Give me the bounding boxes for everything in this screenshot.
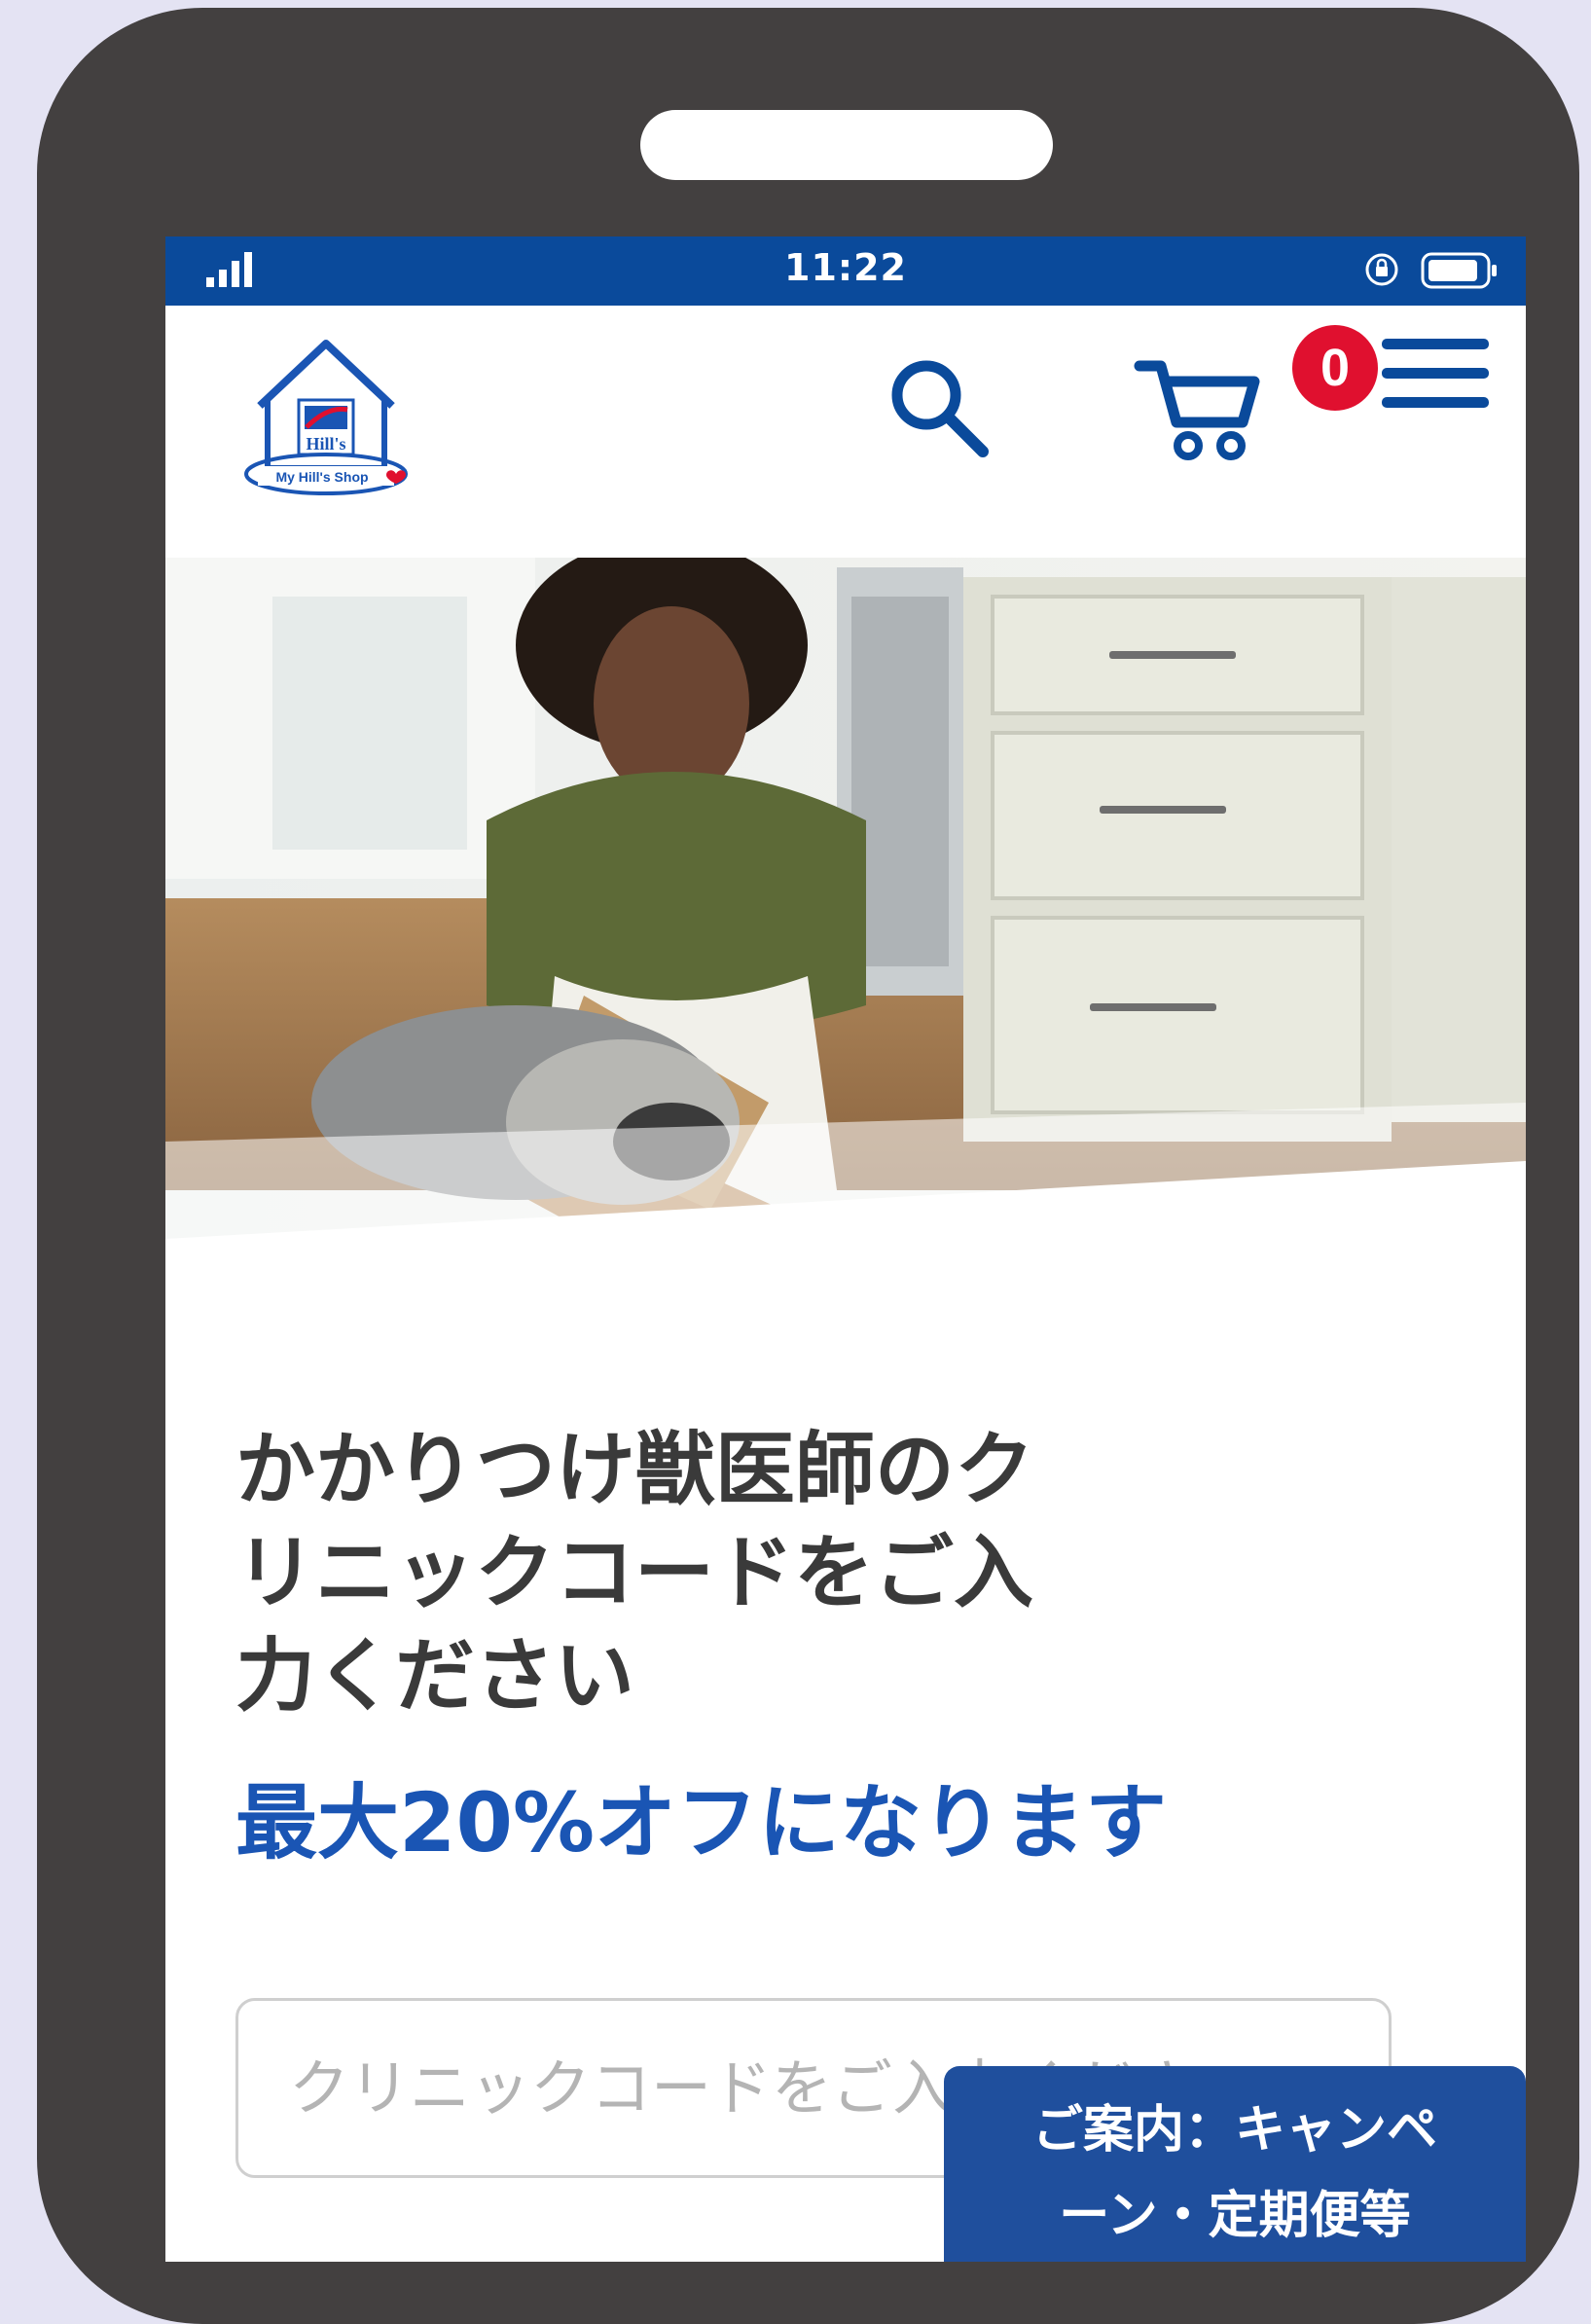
phone-frame: 11:22 Hill's My Hill's Shop 0 かかりつけ獣医師のク… (37, 8, 1579, 2324)
hills-shop-logo[interactable]: Hill's My Hill's Shop (238, 330, 414, 505)
page-heading: かかりつけ獣医師のク リニックコードをご入 力ください (235, 1419, 1209, 1728)
phone-notch (640, 110, 1053, 180)
page-heading-line: かかりつけ獣医師のク (235, 1424, 1034, 1516)
battery-icon (1421, 252, 1497, 289)
page-heading-line: リニックコードをご入 (235, 1527, 1034, 1619)
info-popup-line: ーン・定期便等 (1059, 2187, 1411, 2245)
app-header: Hill's My Hill's Shop 0 (165, 306, 1526, 549)
cart-count-badge[interactable]: 0 (1292, 325, 1378, 411)
hero-image (165, 558, 1526, 1278)
rotation-lock-icon (1365, 253, 1398, 286)
menu-icon[interactable] (1382, 335, 1489, 413)
logo-brand-text: Hill's (306, 434, 345, 454)
status-bar: 11:22 (165, 236, 1526, 306)
phone-screen: 11:22 Hill's My Hill's Shop 0 かかりつけ獣医師のク… (165, 236, 1526, 2262)
page-heading-line: 力ください (235, 1630, 635, 1723)
info-popup-line: ご案内：キャンペ (1031, 2101, 1437, 2160)
logo-tagline: My Hill's Shop (275, 469, 368, 485)
cart-icon[interactable] (1134, 352, 1260, 464)
discount-subheading: 最大20%オフになります (235, 1775, 1168, 1870)
status-time: 11:22 (784, 246, 907, 289)
info-popup-button[interactable]: ご案内：キャンペ ーン・定期便等 (944, 2066, 1526, 2262)
search-icon[interactable] (886, 354, 993, 461)
